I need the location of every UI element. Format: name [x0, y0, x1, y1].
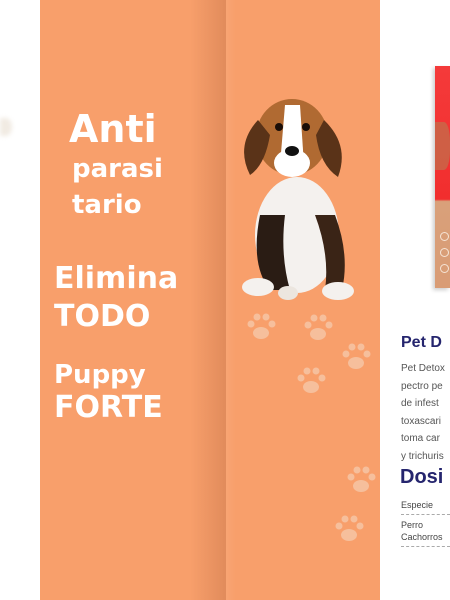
description-line: toxascari [401, 415, 442, 427]
paw-print-icon [347, 466, 376, 492]
table-cell: Perro [401, 520, 424, 530]
paw-print-icon [297, 367, 326, 393]
product-description: Pet Detox pectro pe de infest toxascari … [401, 360, 450, 465]
description-line: pectro pe [401, 380, 443, 392]
headline-parasi: parasi [72, 154, 163, 184]
paw-print-icon [342, 343, 371, 369]
divider [401, 514, 450, 515]
product-title: Pet D [401, 334, 442, 351]
description-line: y trichuris [401, 450, 444, 462]
paw-print-icon [304, 314, 333, 340]
headline-forte: FORTE [54, 390, 163, 425]
box-feature-icon [440, 264, 449, 273]
dosage-title: Dosi [400, 466, 444, 488]
description-line: Pet Detox [401, 363, 445, 374]
headline-tario: tario [72, 190, 142, 220]
box-feature-icon [440, 232, 449, 241]
table-cell: Cachorros [401, 532, 443, 542]
description-line: de infest [401, 398, 439, 409]
table-header-species: Especie [401, 500, 434, 510]
headline-anti: Anti [69, 107, 157, 151]
promo-panel: Anti parasi tario Elimina TODO Puppy FOR… [40, 0, 380, 600]
divider [401, 546, 450, 547]
headline-puppy: Puppy [54, 360, 146, 390]
paw-print-icon [247, 313, 276, 339]
box-dog-graphic [435, 122, 450, 170]
fold-shadow [190, 0, 226, 600]
headline-elimina: Elimina [54, 261, 179, 296]
box-feature-icon [440, 248, 449, 257]
headline-todo: TODO [54, 299, 151, 334]
product-image-fragment [0, 118, 12, 136]
description-line: toma car [401, 433, 440, 444]
paw-print-icon [335, 515, 364, 541]
beagle-puppy-image [242, 99, 354, 300]
